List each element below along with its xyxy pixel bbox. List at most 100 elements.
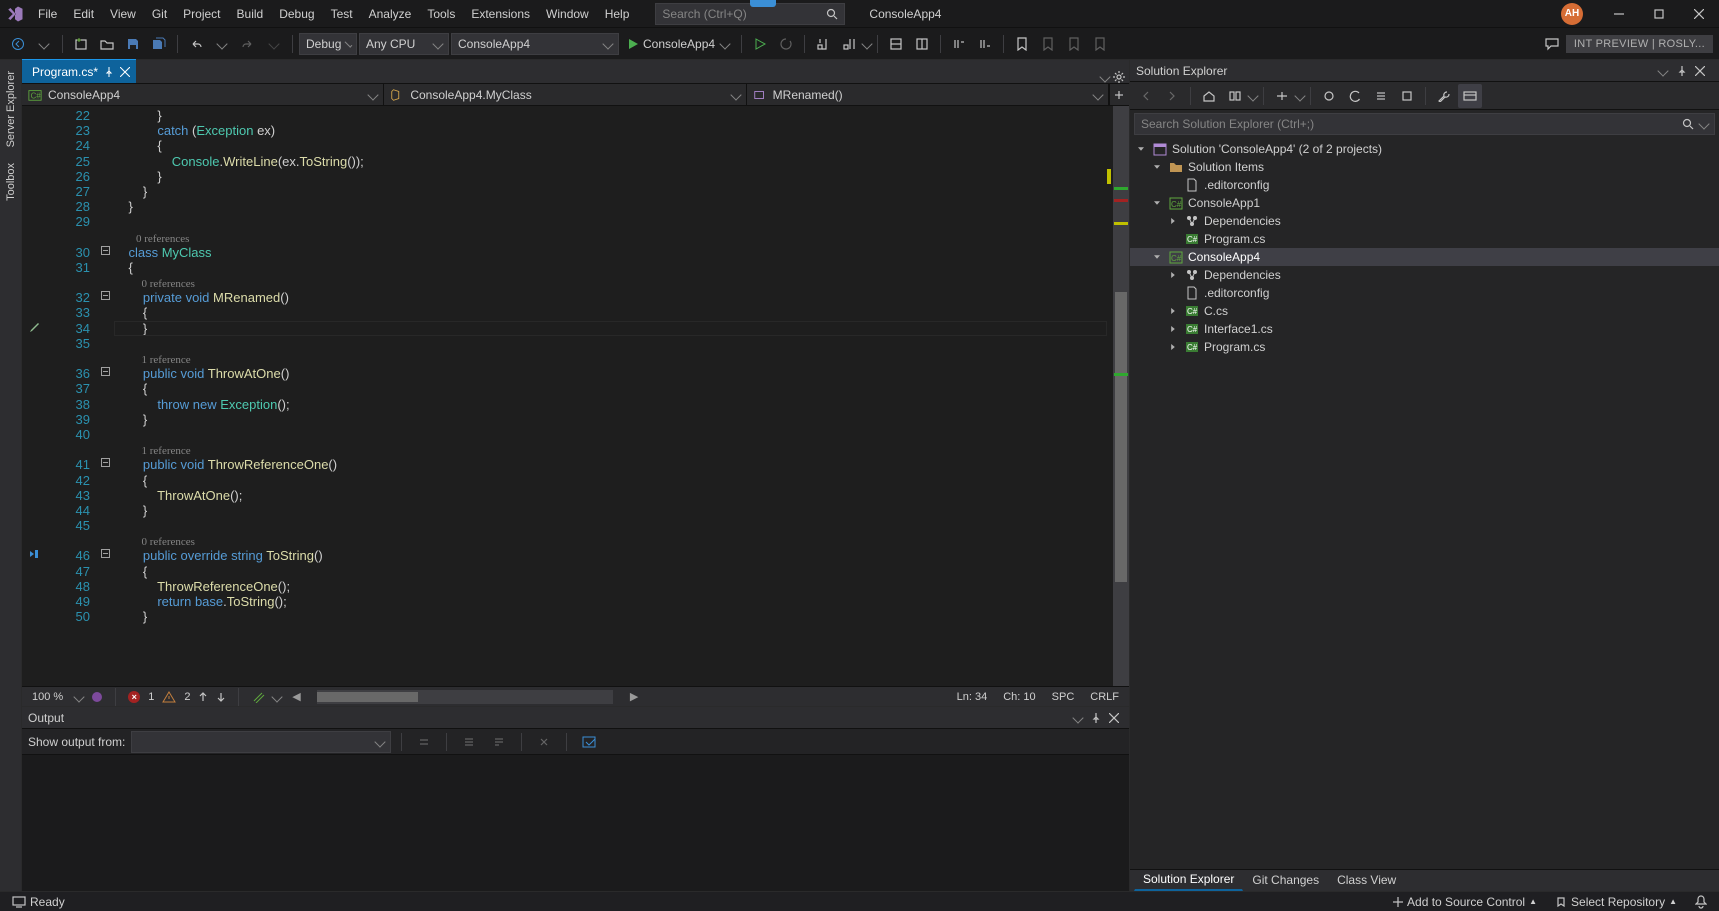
configuration-combo[interactable]: Debug xyxy=(299,33,357,55)
hot-reload-button[interactable] xyxy=(774,32,798,56)
se-sync[interactable] xyxy=(1317,84,1341,108)
toggle-1[interactable] xyxy=(884,32,908,56)
se-dropdown-icon[interactable] xyxy=(1659,64,1677,78)
expand-toggle[interactable] xyxy=(1166,270,1180,280)
save-button[interactable] xyxy=(121,32,145,56)
menu-extensions[interactable]: Extensions xyxy=(463,3,538,25)
se-showall[interactable] xyxy=(1395,84,1419,108)
new-project-button[interactable] xyxy=(69,32,93,56)
expand-toggle[interactable] xyxy=(1150,254,1164,260)
line-number-gutter[interactable]: 2223242526272829303132333435363738394041… xyxy=(48,106,98,686)
pin-icon[interactable] xyxy=(104,67,114,77)
cleanup-icon[interactable] xyxy=(251,691,265,703)
se-fwd[interactable] xyxy=(1160,84,1184,108)
tree-node[interactable]: C#ConsoleApp1 xyxy=(1130,194,1719,212)
se-preview[interactable] xyxy=(1458,84,1482,108)
open-file-button[interactable] xyxy=(95,32,119,56)
toolbox-tab[interactable]: Toolbox xyxy=(2,156,20,208)
output-prev[interactable] xyxy=(412,730,436,754)
cleanup-dropdown[interactable] xyxy=(272,691,283,702)
drag-handle[interactable] xyxy=(750,0,776,7)
comment-button[interactable] xyxy=(947,32,971,56)
add-source-control-button[interactable]: Add to Source Control ▲ xyxy=(1389,895,1541,909)
redo-button[interactable] xyxy=(236,32,260,56)
nav-add-button[interactable] xyxy=(1109,84,1129,105)
notifications-button[interactable] xyxy=(1691,895,1711,909)
se-home[interactable] xyxy=(1197,84,1221,108)
override-margin-icon[interactable] xyxy=(26,547,40,561)
editor-hscroll[interactable] xyxy=(317,690,613,704)
window-minimize-button[interactable] xyxy=(1599,0,1639,28)
undo-button[interactable] xyxy=(184,32,208,56)
startup-project-combo[interactable]: ConsoleApp4 xyxy=(451,33,619,55)
menu-tools[interactable]: Tools xyxy=(419,3,463,25)
caret-line[interactable]: Ln: 34 xyxy=(953,691,992,703)
menu-project[interactable]: Project xyxy=(175,3,228,25)
fold-toggle[interactable] xyxy=(101,549,110,558)
quick-actions-icon[interactable] xyxy=(28,320,42,334)
zoom-dropdown[interactable] xyxy=(74,691,85,702)
tab-class-view[interactable]: Class View xyxy=(1328,869,1405,891)
se-back[interactable] xyxy=(1134,84,1158,108)
tree-node[interactable]: Dependencies xyxy=(1130,266,1719,284)
nav-up-icon[interactable] xyxy=(198,691,208,703)
start-debug-button[interactable]: ConsoleApp4 xyxy=(621,32,735,56)
nav-back-dropdown[interactable] xyxy=(32,32,56,56)
tab-settings-icon[interactable] xyxy=(1113,71,1125,83)
document-tab-program[interactable]: Program.cs* xyxy=(22,59,136,83)
window-maximize-button[interactable] xyxy=(1639,0,1679,28)
menu-analyze[interactable]: Analyze xyxy=(361,3,420,25)
indent-mode[interactable]: SPC xyxy=(1048,691,1079,703)
se-close-icon[interactable] xyxy=(1695,66,1713,76)
window-close-button[interactable] xyxy=(1679,0,1719,28)
nav-project-combo[interactable]: C# ConsoleApp4 xyxy=(22,84,384,105)
tree-node[interactable]: C#ConsoleApp4 xyxy=(1130,248,1719,266)
output-find[interactable] xyxy=(457,730,481,754)
menu-debug[interactable]: Debug xyxy=(271,3,322,25)
output-wrap[interactable] xyxy=(487,730,511,754)
nav-type-combo[interactable]: ConsoleApp4.MyClass xyxy=(384,84,746,105)
step-over-button[interactable] xyxy=(837,32,861,56)
expand-toggle[interactable] xyxy=(1166,324,1180,334)
expand-toggle[interactable] xyxy=(1166,306,1180,316)
se-filter-dropdown[interactable] xyxy=(1294,90,1305,101)
output-clear[interactable] xyxy=(532,730,556,754)
eol-mode[interactable]: CRLF xyxy=(1086,691,1123,703)
code-editor[interactable]: 2223242526272829303132333435363738394041… xyxy=(22,106,1129,686)
tree-node[interactable]: C#Program.cs xyxy=(1130,338,1719,356)
menu-file[interactable]: File xyxy=(30,3,65,25)
nav-down-icon[interactable] xyxy=(216,691,226,703)
bookmark-clear[interactable] xyxy=(1088,32,1112,56)
menu-test[interactable]: Test xyxy=(323,3,361,25)
menu-window[interactable]: Window xyxy=(538,3,597,25)
start-without-debug-button[interactable] xyxy=(748,32,772,56)
search-options-dropdown[interactable] xyxy=(1698,118,1709,129)
tab-git-changes[interactable]: Git Changes xyxy=(1243,869,1328,891)
step-dropdown[interactable] xyxy=(861,38,872,49)
menu-edit[interactable]: Edit xyxy=(65,3,102,25)
menu-view[interactable]: View xyxy=(102,3,144,25)
se-switch-views[interactable] xyxy=(1223,84,1247,108)
close-tab-icon[interactable] xyxy=(120,67,130,77)
menu-help[interactable]: Help xyxy=(597,3,638,25)
output-toggle[interactable] xyxy=(577,730,601,754)
fold-toggle[interactable] xyxy=(101,367,110,376)
bookmark-prev[interactable] xyxy=(1036,32,1060,56)
solution-explorer-title-bar[interactable]: Solution Explorer xyxy=(1130,60,1719,82)
expand-toggle[interactable] xyxy=(1166,216,1180,226)
step-into-button[interactable] xyxy=(811,32,835,56)
caret-col[interactable]: Ch: 10 xyxy=(999,691,1039,703)
output-pin-icon[interactable] xyxy=(1087,709,1105,727)
solution-tree[interactable]: Solution 'ConsoleApp4' (2 of 2 projects)… xyxy=(1130,138,1719,869)
tree-node[interactable]: Dependencies xyxy=(1130,212,1719,230)
expand-toggle[interactable] xyxy=(1150,200,1164,206)
undo-dropdown[interactable] xyxy=(210,32,234,56)
tree-node[interactable]: C#Program.cs xyxy=(1130,230,1719,248)
fold-toggle[interactable] xyxy=(101,291,110,300)
platform-combo[interactable]: Any CPU xyxy=(359,33,449,55)
select-repository-button[interactable]: Select Repository ▲ xyxy=(1551,895,1681,909)
warning-icon[interactable] xyxy=(162,691,176,703)
tree-node[interactable]: C#Interface1.cs xyxy=(1130,320,1719,338)
se-switch-dropdown[interactable] xyxy=(1247,90,1258,101)
hscroll-right[interactable]: ▶ xyxy=(627,690,641,704)
